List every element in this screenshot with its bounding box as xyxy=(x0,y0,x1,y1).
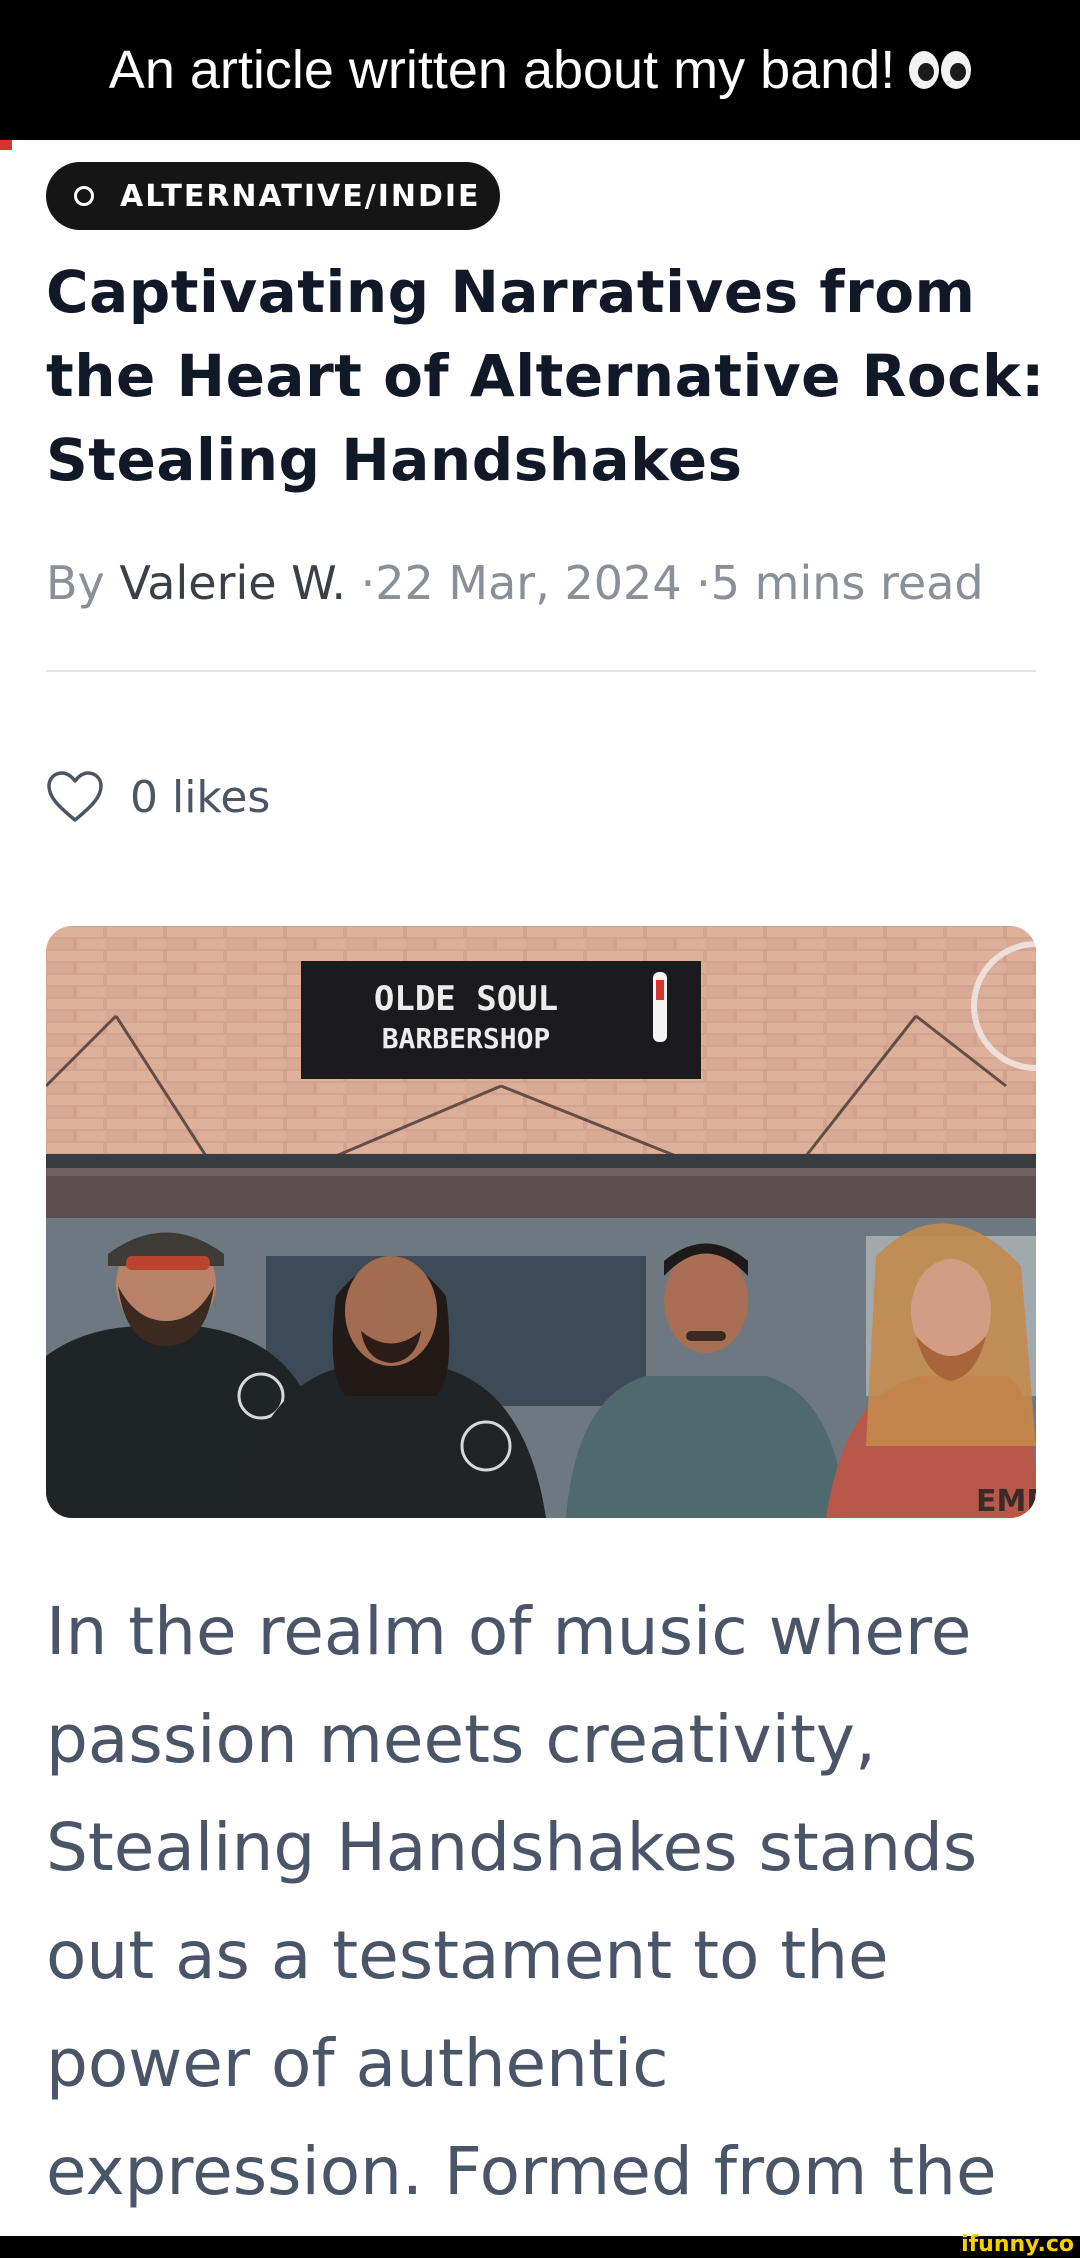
eyes-emoji-icon xyxy=(909,51,972,89)
ifunny-watermark: ifunny.co xyxy=(961,2232,1074,2257)
category-label: ALTERNATIVE/INDIE xyxy=(120,178,481,214)
article-body: In the realm of music where passion meet… xyxy=(46,1593,997,2210)
band-photo: OLDE SOUL BARBERSHOP EM xyxy=(46,926,1036,1518)
article-meta: By Valerie W. ·22 Mar, 2024 ·5 mins read xyxy=(46,556,984,610)
likes-count: 0 likes xyxy=(130,771,271,823)
publish-date: ·22 Mar, 2024 xyxy=(360,556,682,610)
sign-line2: BARBERSHOP xyxy=(382,1022,551,1055)
bottom-bar xyxy=(0,2236,1080,2258)
circle-icon xyxy=(74,186,94,206)
barbershop-sign: OLDE SOUL BARBERSHOP xyxy=(301,961,701,1079)
caption-bar: An article written about my band! xyxy=(0,0,1080,140)
read-time: ·5 mins read xyxy=(696,556,984,610)
shirt-text: EME xyxy=(976,1484,1036,1518)
heart-outline-icon xyxy=(47,771,103,822)
accent-mark xyxy=(0,140,12,150)
caption-text: An article written about my band! xyxy=(108,40,896,100)
divider xyxy=(46,670,1036,672)
sign-line1: OLDE SOUL xyxy=(374,979,558,1019)
category-tag[interactable]: ALTERNATIVE/INDIE xyxy=(46,162,500,230)
like-button[interactable]: 0 likes xyxy=(46,762,270,832)
byline-prefix: By xyxy=(46,556,105,610)
article-title: Captivating Narratives from the Heart of… xyxy=(46,258,1045,494)
author-link[interactable]: Valerie W. xyxy=(119,556,346,610)
